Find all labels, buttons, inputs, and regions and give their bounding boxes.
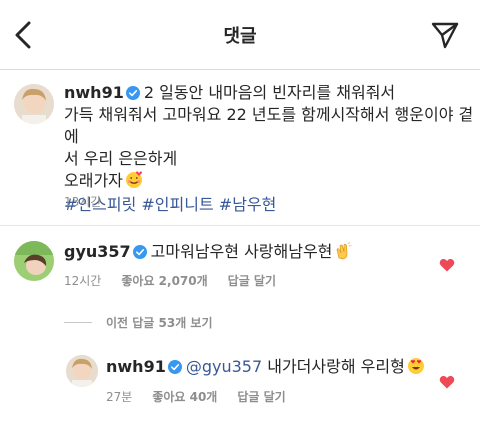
reply-username[interactable]: nwh91 xyxy=(106,357,166,376)
heart-icon[interactable] xyxy=(439,257,455,273)
paper-plane-icon xyxy=(431,22,459,49)
avatar-image xyxy=(14,84,54,124)
caption-line-4: 오래가자 xyxy=(64,171,123,190)
verified-badge-icon xyxy=(132,245,147,259)
reply-text: 내가더사랑해 우리형 xyxy=(267,357,405,376)
heart-icon[interactable] xyxy=(439,374,455,390)
smiling-hearts-emoji-icon xyxy=(125,171,142,188)
send-button[interactable] xyxy=(430,20,460,50)
caption-meta: 13시간 xyxy=(64,193,101,210)
view-replies-label: 이전 답글 53개 보기 xyxy=(106,316,213,330)
hashtag-link[interactable]: #인피니트 xyxy=(141,195,213,214)
comment-likes-link[interactable]: 좋아요 2,070개 xyxy=(121,272,207,289)
comment-reply-button[interactable]: 답글 달기 xyxy=(228,272,276,289)
avatar-image xyxy=(14,241,54,281)
page-title: 댓글 xyxy=(223,26,257,47)
reply-avatar[interactable] xyxy=(66,355,98,387)
heart-eyes-emoji-icon xyxy=(407,358,424,374)
hashtag-link[interactable]: #남우현 xyxy=(219,195,277,214)
mention-link[interactable]: @gyu357 xyxy=(186,357,262,376)
reply-time: 27분 xyxy=(106,390,133,404)
comment-text: 고마워남우현 사랑해남우현 xyxy=(150,242,333,261)
caption-username[interactable]: nwh91 xyxy=(64,83,124,102)
caption-time: 13시간 xyxy=(64,195,102,209)
caption-line-3: 서 우리 은은하게 xyxy=(64,149,178,168)
comment: gyu357 고마워남우현 사랑해남우현 xyxy=(64,241,434,263)
comment-meta: 12시간 좋아요 2,070개 답글 달기 xyxy=(64,272,276,289)
verified-badge-icon xyxy=(167,360,182,374)
caption-line-2: 가득 채워줘서 고마워요 22 년도를 함께시작해서 행운이야 곁에 xyxy=(64,105,474,146)
reply: nwh91 @gyu357 내가더사랑해 우리형 xyxy=(106,356,436,378)
reply-reply-button[interactable]: 답글 달기 xyxy=(237,388,285,405)
comment-username[interactable]: gyu357 xyxy=(64,242,131,261)
caption: nwh91 2 일동안 내마음의 빈자리를 채워줘서 가득 채워줘서 고마워요 2… xyxy=(64,82,474,216)
caption-avatar[interactable] xyxy=(14,84,54,124)
reply-likes-link[interactable]: 좋아요 40개 xyxy=(152,388,217,405)
reply-meta: 27분 좋아요 40개 답글 달기 xyxy=(106,388,286,405)
view-previous-replies-button[interactable]: 이전 답글 53개 보기 xyxy=(64,314,213,331)
divider-line xyxy=(64,322,92,323)
avatar-image xyxy=(66,355,98,387)
header: 댓글 xyxy=(0,0,480,70)
verified-badge-icon xyxy=(125,86,140,100)
divider xyxy=(0,225,480,226)
caption-line-1: 2 일동안 내마음의 빈자리를 채워줘서 xyxy=(143,83,396,102)
clapping-hands-emoji-icon xyxy=(337,242,353,260)
comment-avatar[interactable] xyxy=(14,241,54,281)
comment-time: 12시간 xyxy=(64,274,102,288)
